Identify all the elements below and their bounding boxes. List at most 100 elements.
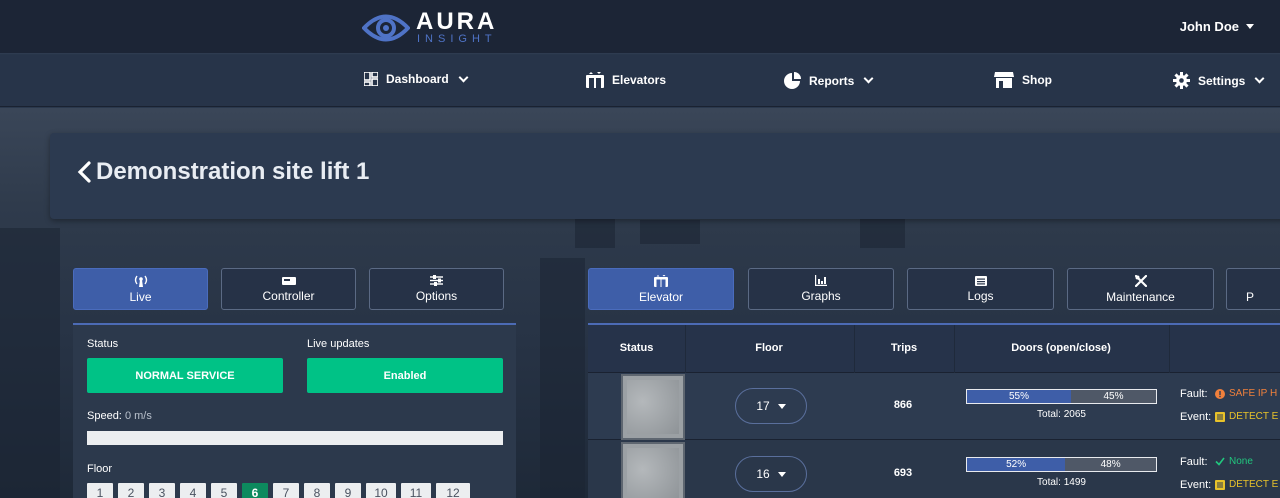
floor-button[interactable]: 11	[401, 483, 431, 498]
nav-elevators-label: Elevators	[612, 73, 667, 87]
table-row[interactable]: 17 866 55% 45% Total: 2065 Fault: SAFE I…	[588, 373, 1280, 440]
event-value: DETECT E	[1215, 411, 1278, 422]
elevator-table: Status Floor Trips Doors (open/close) 17…	[588, 323, 1280, 498]
event-value: DETECT E	[1215, 479, 1278, 490]
check-icon	[1215, 457, 1225, 466]
tab-options-label: Options	[415, 289, 458, 303]
floor-button-active[interactable]: 6	[242, 483, 268, 498]
background-building	[860, 218, 905, 248]
floor-select[interactable]: 16	[735, 456, 807, 492]
gear-icon	[1173, 72, 1190, 89]
floor-button[interactable]: 10	[366, 483, 396, 498]
door-ratio-bar: 52% 48%	[966, 457, 1157, 472]
tab-maintenance-label: Maintenance	[1106, 289, 1175, 304]
list-alt-icon	[1215, 479, 1225, 490]
floor-select[interactable]: 17	[735, 388, 807, 424]
col-status: Status	[619, 342, 654, 354]
tools-icon	[1134, 274, 1147, 287]
fault-text: SAFE IP H	[1229, 388, 1278, 399]
column-divider	[1169, 325, 1170, 373]
background-building	[540, 258, 585, 498]
top-bar: AURA INSIGHT John Doe	[0, 0, 1280, 54]
tab-elevator[interactable]: Elevator	[588, 268, 734, 310]
table-row[interactable]: 16 693 52% 48% Total: 1499 Fault: None E…	[588, 441, 1280, 498]
door-open-percent: 52%	[1006, 459, 1027, 470]
nav-reports[interactable]: Reports	[784, 72, 874, 89]
tab-live-label: Live	[129, 289, 152, 304]
fault-text: None	[1229, 456, 1253, 467]
live-updates-label: Live updates	[307, 338, 370, 350]
sliders-icon	[430, 275, 443, 286]
nav-reports-label: Reports	[809, 73, 855, 88]
trips-value: 693	[893, 467, 913, 479]
event-text: DETECT E	[1229, 479, 1279, 490]
logo-subtitle: INSIGHT	[417, 33, 497, 45]
floor-select-value: 17	[756, 399, 770, 413]
caret-down-icon	[1246, 24, 1254, 29]
tab-controller[interactable]: Controller	[221, 268, 356, 310]
door-open-segment: 55%	[967, 390, 1071, 403]
door-close-segment: 45%	[1071, 390, 1156, 403]
list-alt-icon	[1215, 411, 1225, 422]
elevator-door-image	[621, 442, 685, 498]
elevator-door-image	[621, 374, 685, 440]
col-trips: Trips	[890, 342, 918, 354]
chevron-down-icon	[458, 72, 469, 82]
floor-button[interactable]: 4	[180, 483, 206, 498]
col-floor: Floor	[755, 342, 783, 354]
door-close-segment: 48%	[1065, 458, 1156, 471]
speed-label: Speed:	[87, 410, 122, 422]
chevron-down-icon	[863, 73, 874, 84]
status-label: Status	[87, 338, 119, 350]
main-nav: Dashboard Elevators Reports Shop Setting…	[0, 55, 1280, 107]
tab-live[interactable]: Live	[73, 268, 208, 310]
background-building	[0, 228, 60, 498]
broadcast-icon	[134, 275, 147, 287]
door-total: Total: 2065	[1037, 409, 1086, 420]
status-badge: NORMAL SERVICE	[87, 358, 283, 393]
speed-readout: Speed: 0 m/s	[87, 410, 152, 422]
aura-logo[interactable]: AURA INSIGHT	[360, 9, 510, 47]
floor-button[interactable]: 2	[118, 483, 144, 498]
floor-indicator: 1 2 3 4 5 6 7 8 9 10 11 12	[87, 483, 470, 498]
nav-elevators[interactable]: Elevators	[586, 72, 666, 88]
dashboard-icon	[364, 72, 378, 86]
nav-shop[interactable]: Shop	[994, 72, 1052, 88]
tab-logs[interactable]: Logs	[907, 268, 1054, 310]
floor-label: Floor	[87, 463, 113, 475]
door-total: Total: 1499	[1037, 477, 1086, 488]
event-label: Event:	[1180, 411, 1212, 423]
controller-icon	[281, 276, 296, 285]
floor-button[interactable]: 5	[211, 483, 237, 498]
graph-icon	[815, 275, 827, 286]
nav-dashboard-label: Dashboard	[386, 72, 449, 86]
page-title: Demonstration site lift 1	[96, 158, 370, 185]
logo-wordmark: AURA	[416, 8, 498, 35]
fault-label: Fault:	[1180, 388, 1208, 400]
eye-logo-icon	[362, 14, 410, 42]
nav-dashboard[interactable]: Dashboard	[364, 72, 469, 86]
door-close-percent: 45%	[1103, 391, 1124, 402]
floor-button[interactable]: 8	[304, 483, 330, 498]
tab-graphs[interactable]: Graphs	[748, 268, 894, 310]
nav-settings-label: Settings	[1198, 73, 1246, 88]
floor-button[interactable]: 1	[87, 483, 113, 498]
caret-down-icon	[777, 471, 786, 477]
floor-button[interactable]: 7	[273, 483, 299, 498]
user-menu[interactable]: John Doe	[1180, 19, 1254, 34]
pie-chart-icon	[784, 72, 801, 89]
tab-maintenance[interactable]: Maintenance	[1067, 268, 1214, 310]
chevron-left-icon[interactable]	[76, 161, 92, 183]
tab-more[interactable]: P	[1226, 268, 1280, 310]
fault-value: None	[1215, 456, 1253, 467]
speed-value: 0 m/s	[124, 410, 152, 422]
tab-options[interactable]: Options	[369, 268, 504, 310]
floor-button[interactable]: 12	[436, 483, 470, 498]
live-updates-toggle[interactable]: Enabled	[307, 358, 503, 393]
floor-button[interactable]: 3	[149, 483, 175, 498]
floor-button[interactable]: 9	[335, 483, 361, 498]
list-icon	[974, 275, 987, 286]
door-open-percent: 55%	[1008, 391, 1029, 402]
tab-controller-label: Controller	[262, 288, 315, 303]
nav-settings[interactable]: Settings	[1173, 72, 1265, 89]
